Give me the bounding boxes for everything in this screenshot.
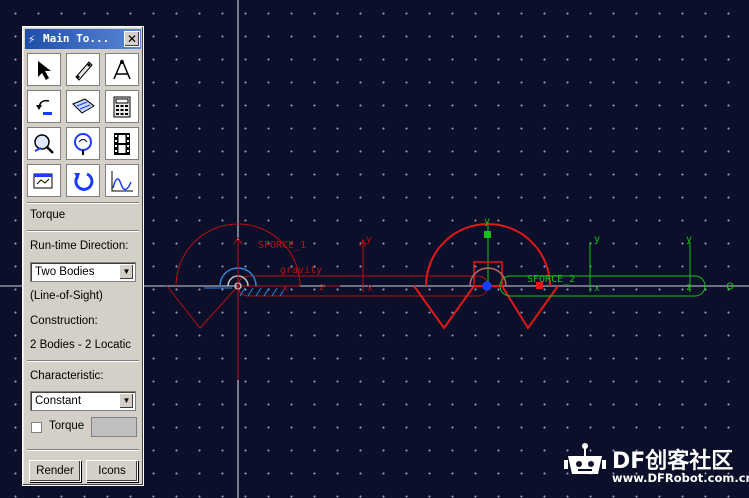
torque-checkbox-label: Torque bbox=[49, 420, 85, 432]
chevron-down-icon[interactable]: ▼ bbox=[119, 393, 134, 409]
calculator-tool-button[interactable] bbox=[105, 90, 139, 123]
chevron-down-icon[interactable]: ▼ bbox=[119, 264, 134, 280]
film-animation-icon bbox=[114, 132, 130, 155]
select-arrow-icon bbox=[38, 60, 51, 80]
toolbox-title-bar[interactable]: ⚡ Main To... ✕ bbox=[25, 29, 141, 49]
characteristic-label: Characteristic: bbox=[30, 370, 104, 382]
select-tool-button[interactable] bbox=[27, 53, 61, 86]
plot-window-button[interactable] bbox=[27, 164, 61, 197]
ground-hatch bbox=[204, 287, 286, 297]
axis-x-label-3: x bbox=[282, 283, 289, 294]
marker-triads bbox=[325, 222, 691, 292]
construction-label: Construction: bbox=[30, 315, 98, 327]
chart-postprocess-icon bbox=[111, 170, 133, 191]
axis-x-label: x bbox=[367, 283, 374, 294]
rotate-icon bbox=[74, 172, 94, 191]
sforce2-label: SFORCE_2 bbox=[527, 274, 576, 285]
active-tool-label: Torque bbox=[30, 209, 66, 221]
dfrobot-logo-icon bbox=[564, 443, 606, 474]
calculator-icon bbox=[113, 96, 131, 117]
move-tool-button[interactable] bbox=[27, 90, 61, 123]
torque-checkbox[interactable] bbox=[31, 422, 42, 433]
runtime-direction-label: Run-time Direction: bbox=[30, 240, 129, 252]
torque-value-field[interactable] bbox=[91, 417, 137, 437]
watermark-url: www.DFRobot.com.cn bbox=[612, 471, 749, 485]
toolbox-title: Main To... bbox=[43, 32, 110, 45]
plot-window-icon bbox=[33, 173, 53, 188]
line-of-sight-label: (Line-of-Sight) bbox=[30, 290, 103, 302]
construction-value[interactable]: 2 Bodies - 2 Locatic bbox=[30, 339, 138, 351]
separator bbox=[27, 360, 139, 362]
gravity-label: gravity bbox=[280, 265, 323, 276]
dfrobot-watermark: DF创客社区 www.DFRobot.com.cn bbox=[560, 440, 749, 498]
handle-top[interactable] bbox=[484, 231, 491, 238]
zoom-view-button[interactable] bbox=[27, 127, 61, 160]
mesh-tool-button[interactable] bbox=[66, 90, 100, 123]
icons-button[interactable]: Icons bbox=[86, 460, 138, 482]
axis-z-label-2: z bbox=[686, 282, 693, 293]
joint-pendulum-icon bbox=[113, 59, 131, 79]
zoom-region-icon bbox=[74, 132, 92, 155]
axis-x-label-2: x bbox=[594, 283, 601, 294]
runtime-direction-value: Two Bodies bbox=[35, 266, 95, 278]
axis-z-label: z bbox=[319, 282, 326, 293]
separator bbox=[27, 202, 139, 204]
zoom-view-icon bbox=[34, 133, 54, 154]
axis-y-label-2: y bbox=[484, 216, 491, 227]
axis-y-label-3: y bbox=[594, 234, 601, 245]
animation-button[interactable] bbox=[105, 127, 139, 160]
rotate-button[interactable] bbox=[66, 164, 100, 197]
separator bbox=[27, 449, 139, 451]
axis-y-label: y bbox=[366, 234, 373, 245]
link-tool-button[interactable] bbox=[66, 53, 100, 86]
main-toolbox-window[interactable]: ⚡ Main To... ✕ Torque Run-time Direction… bbox=[22, 26, 144, 486]
link-part-icon bbox=[75, 60, 93, 81]
zoom-region-button[interactable] bbox=[66, 127, 100, 160]
adams-app-icon: ⚡ bbox=[28, 32, 36, 46]
render-button[interactable]: Render bbox=[29, 460, 81, 482]
postprocess-button[interactable] bbox=[105, 164, 139, 197]
characteristic-value: Constant bbox=[35, 395, 82, 407]
axis-y-label-4: y bbox=[686, 234, 693, 245]
separator bbox=[27, 230, 139, 232]
joint-tool-button[interactable] bbox=[105, 53, 139, 86]
sforce1-label: SFORCE_1 bbox=[258, 240, 307, 251]
mesh-plate-icon bbox=[72, 97, 95, 114]
close-button[interactable]: ✕ bbox=[124, 31, 140, 47]
runtime-direction-select[interactable]: Two Bodies ▼ bbox=[30, 262, 136, 282]
undo-move-icon bbox=[36, 99, 52, 115]
characteristic-select[interactable]: Constant ▼ bbox=[30, 391, 136, 411]
